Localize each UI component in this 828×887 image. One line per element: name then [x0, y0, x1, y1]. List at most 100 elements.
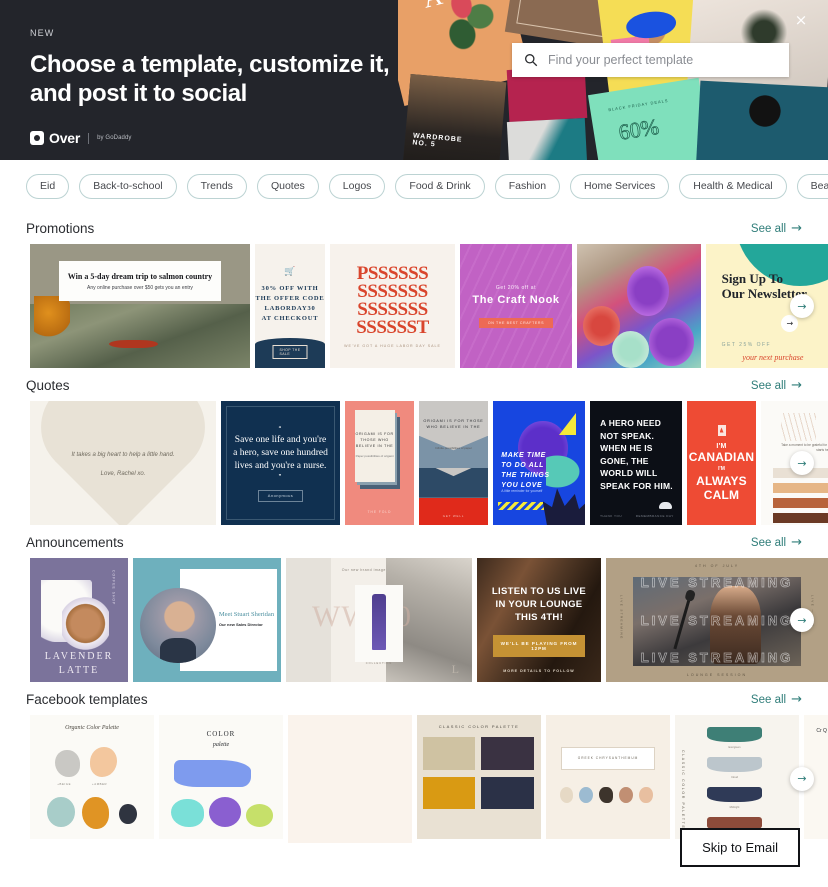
- carousel-facebook[interactable]: Organic Color Palette +BEIGE +AMBER COLO…: [0, 715, 828, 843]
- carousel-announcements[interactable]: COFFEE SHOP LAVENDER LATTE Meet Stuart S…: [0, 558, 828, 682]
- template-card-beads-photo[interactable]: [577, 244, 701, 368]
- hero-title-line-1: Choose a template, customize it,: [30, 51, 390, 78]
- template-card-listen-live[interactable]: LISTEN TO US LIVE IN YOUR LOUNGE THIS 4T…: [477, 558, 601, 682]
- card-headline: CLASSIC COLOR PALETTE: [438, 723, 520, 729]
- canadian-line-5: CALM: [703, 487, 740, 502]
- template-card-organic-palette[interactable]: Organic Color Palette +BEIGE +AMBER: [30, 715, 154, 839]
- template-card-salmon[interactable]: Win a 5-day dream trip to salmon country…: [30, 244, 250, 368]
- carousel-next-facebook[interactable]: →: [790, 766, 814, 791]
- category-pill-logos[interactable]: Logos: [328, 174, 386, 199]
- collage-tile: BLACK FRIDAY DEALS 60%: [587, 77, 713, 160]
- ps-row-2: SSSSSSS: [357, 280, 428, 302]
- see-all-label: See all: [750, 222, 787, 235]
- card-headline: The Craft Nook: [472, 293, 560, 306]
- hero-collage: A WARDROBENO. 5 BLACK FRIDAY DEALS 60%: [398, 0, 828, 160]
- carousel-quotes[interactable]: It takes a big heart to help a little ha…: [0, 401, 828, 525]
- see-all-facebook[interactable]: See all →: [751, 693, 802, 706]
- card-text: Cr Q Pa: [816, 728, 828, 735]
- carousel-next-quotes[interactable]: →: [790, 451, 814, 475]
- category-pill-trends[interactable]: Trends: [186, 174, 247, 199]
- swatch-label-1: +BEIGE: [57, 781, 72, 786]
- category-pill-quotes[interactable]: Quotes: [256, 174, 319, 199]
- section-title: Announcements: [26, 535, 124, 550]
- search-input[interactable]: [548, 53, 777, 67]
- template-card-hero-quote[interactable]: A HERO NEED NOT SPEAK. WHEN HE IS GONE, …: [590, 401, 682, 525]
- template-card-lavender-latte[interactable]: COFFEE SHOP LAVENDER LATTE: [30, 558, 128, 682]
- card-footer: THE FOLD: [367, 509, 392, 514]
- category-pill-beauty[interactable]: Beauty: [796, 174, 828, 199]
- template-card-greek-palette[interactable]: GREEK CHRYSANTHEMUM: [546, 715, 670, 839]
- template-card-color-palette[interactable]: COLOR palette: [159, 715, 283, 839]
- category-pill-eid[interactable]: Eid: [26, 174, 70, 199]
- template-card-offer-code[interactable]: 🛒 30% OFF WITH THE OFFER CODE LABORDAY30…: [255, 244, 325, 368]
- template-card-vertical-palette[interactable]: CLASSIC COLOR PALETTE Evergreen Cloud Mi…: [675, 715, 799, 839]
- canadian-line-3: I'M: [718, 465, 725, 472]
- category-pill-row[interactable]: Eid Back-to-school Trends Quotes Logos F…: [0, 160, 828, 211]
- category-pill-health-and-medical[interactable]: Health & Medical: [679, 174, 787, 199]
- skip-to-email-button[interactable]: Skip to Email: [680, 828, 800, 867]
- section-announcements: Announcements See all → COFFEE SHOP LAVE…: [0, 525, 828, 682]
- quote-close-icon: ”: [278, 472, 283, 482]
- collage-tile: [506, 117, 588, 160]
- template-card-psssst[interactable]: PSSSSSS SSSSSSS SSSSSSS SSSSSST WE'VE GO…: [330, 244, 455, 368]
- close-icon[interactable]: ×: [792, 11, 810, 29]
- see-all-promotions[interactable]: See all →: [751, 222, 802, 235]
- section-title: Promotions: [26, 221, 95, 236]
- canadian-line-1: I'M: [716, 442, 727, 450]
- template-card-ww20[interactable]: WW/20 Our new brand image COLLECTION L: [286, 558, 472, 682]
- template-card-craft-nook[interactable]: Get 20% off at The Craft Nook ON THE BES…: [460, 244, 572, 368]
- ps-row-1: PSSSSSS: [356, 262, 429, 284]
- card-headline-1: LAVENDER: [44, 651, 114, 663]
- card-script-text: your next purchase: [742, 352, 804, 362]
- carousel-next-announcements[interactable]: →: [790, 608, 814, 632]
- category-pill-fashion[interactable]: Fashion: [494, 174, 561, 199]
- template-card-meet-stuart[interactable]: Meet Stuart Sheridan Our new Sales Direc…: [133, 558, 281, 682]
- hero-title: Choose a template, customize it, and pos…: [30, 50, 390, 108]
- portrait-photo: [140, 587, 216, 664]
- template-card-nurse-quote[interactable]: “ Save one life and you're a hero, save …: [221, 401, 340, 525]
- template-card-canadian[interactable]: I'M CANADIAN I'M ALWAYS CALM: [687, 401, 756, 525]
- brand-divider: [88, 132, 90, 144]
- search-bar[interactable]: [512, 43, 789, 77]
- section-promotions: Promotions See all → Win a 5-day dream t…: [0, 211, 828, 368]
- canadian-line-2: CANADIAN: [688, 449, 755, 464]
- card-cta: ON THE BEST CRAFTERS: [478, 317, 554, 328]
- template-card-heart-quote[interactable]: It takes a big heart to help a little ha…: [30, 401, 216, 525]
- card-label-box: GREEK CHRYSANTHEMUM: [560, 747, 656, 770]
- make-time-line-2: TO DO ALL: [501, 461, 544, 469]
- card-footer-right: REMEMBRANCE DAY: [635, 513, 674, 518]
- see-all-label: See all: [750, 379, 787, 392]
- section-quotes: Quotes See all → It takes a big heart to…: [0, 368, 828, 525]
- hero-eyebrow: NEW: [30, 28, 55, 38]
- template-card-classic-palette[interactable]: CLASSIC COLOR PALETTE: [417, 715, 541, 839]
- template-card-facebook-psssst[interactable]: PSSSSSS SSSSSSS SSSSSSS: [288, 715, 412, 843]
- card-headline-2: palette: [212, 742, 230, 749]
- quote-subtext: Infinite possibilities of paper: [435, 445, 472, 450]
- category-pill-back-to-school[interactable]: Back-to-school: [79, 174, 177, 199]
- template-card-make-time[interactable]: MAKE TIME TO DO ALL THE THINGS YOU LOVE …: [493, 401, 585, 525]
- see-all-quotes[interactable]: See all →: [751, 379, 802, 392]
- quote-subtext: A little reminder for yourself: [501, 489, 543, 494]
- category-pill-home-services[interactable]: Home Services: [570, 174, 670, 199]
- quote-body: MAKE TIME TO DO ALL THE THINGS YOU LOVE: [501, 451, 549, 491]
- helmet-icon: [658, 501, 672, 509]
- template-card-chevron-quote[interactable]: ORIGAMI IS FOR THOSE WHO BELIEVE IN THE …: [419, 401, 488, 525]
- over-logo-icon: [30, 131, 44, 145]
- quote-body: ORIGAMI IS FOR THOSE WHO BELIEVE IN THE: [355, 432, 394, 448]
- brand-sub: by GoDaddy: [97, 135, 132, 141]
- category-pill-food-and-drink[interactable]: Food & Drink: [395, 174, 485, 199]
- card-label-text: GREEK CHRYSANTHEMUM: [577, 756, 639, 761]
- make-time-line-3: THE THINGS: [501, 471, 550, 479]
- card-headline: Win a 5-day dream trip to salmon country: [67, 271, 213, 281]
- template-card-origami-stack[interactable]: ORIGAMI IS FOR THOSE WHO BELIEVE IN THE …: [345, 401, 414, 525]
- listen-line-1: LISTEN TO US LIVE: [491, 586, 587, 598]
- card-bottom-label: LOUNGE SESSION: [686, 673, 748, 678]
- card-subtext: Our new Sales Director: [218, 622, 263, 628]
- arrow-right-icon: →: [791, 378, 802, 393]
- ps-row-4: SSSSSST: [356, 316, 429, 338]
- quote-body: A HERO NEED NOT SPEAK. WHEN HE IS GONE, …: [600, 418, 673, 491]
- see-all-announcements[interactable]: See all →: [751, 536, 802, 549]
- carousel-promotions[interactable]: Win a 5-day dream trip to salmon country…: [0, 244, 828, 368]
- section-facebook-templates: Facebook templates See all → Organic Col…: [0, 682, 828, 843]
- carousel-next-promotions[interactable]: →: [790, 294, 814, 318]
